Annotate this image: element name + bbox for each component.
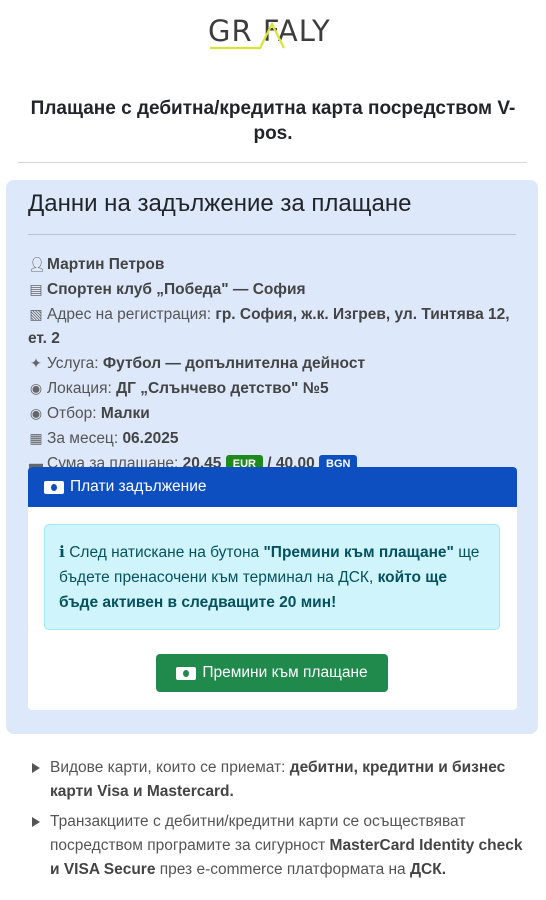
proceed-button-label: Премини към плащане [202,664,368,681]
logo: GR FALY [0,14,546,64]
location-label: Локация: [47,380,112,397]
team-row: ◉ Отбор: Малки [28,401,528,426]
alert-text-2: "Премини към плащане" [263,544,454,561]
service-label: Услуга: [47,355,99,372]
team-value: Малки [100,405,150,422]
service-value: Футбол — допълнителна дейност [102,355,366,372]
page-title: Плащане с дебитна/кредитна карта посредс… [30,98,516,144]
payer-name: Мартин Петров [47,256,165,273]
service-row: ✦ Услуга: Футбол — допълнителна дейност [28,351,528,376]
debt-info: 👤︎Мартин Петров ▤ Спортен клуб „Победа" —… [28,252,528,476]
month-label: За месец: [47,430,119,447]
note-1-text: Видове карти, които се приемат: [50,759,290,776]
money-bill-icon [176,666,197,680]
user-icon: 👤︎ [28,256,46,272]
club-row: ▤ Спортен клуб „Победа" — София [28,277,528,302]
note-card-types: Видове карти, които се приемат: дебитни,… [30,756,530,804]
payment-notes: Видове карти, които се приемат: дебитни,… [30,756,530,888]
address-row: ▧ Адрес на регистрация: гр. София, ж.к. И… [28,302,528,351]
month-value: 06.2025 [122,430,179,447]
title-divider [18,162,527,163]
month-row: ▦ За месец: 06.2025 [28,426,528,451]
building-icon: ▤ [29,281,43,297]
location-pin-icon: ◉ [29,405,43,421]
location-pin-icon: ◉ [29,380,43,396]
info-icon: ℹ [59,544,65,561]
address-label: Адрес на регистрация: [47,306,212,323]
pay-header: Плати задължение [28,467,517,507]
pay-card: Плати задължение ℹ След натискане на бут… [28,467,517,710]
club-name: Спортен клуб „Победа" — София [47,281,306,298]
payer-row: 👤︎Мартин Петров [28,252,528,277]
panel-title: Данни на задължение за плащане [28,190,412,217]
pay-header-label: Плати задължение [70,478,207,495]
redirect-alert: ℹ След натискане на бутона "Премини към … [44,524,500,630]
alert-text-1: След натискане на бутона [69,544,264,561]
handshake-icon: ✦ [30,355,42,371]
note-2-bold-b: ДСК. [410,861,447,878]
note-security: Транзакциите с дебитни/кредитни карти се… [30,810,530,882]
money-bill-icon [44,480,64,494]
team-label: Отбор: [47,405,97,422]
calendar-icon: ▦ [29,430,43,446]
proceed-to-payment-button[interactable]: Премини към плащане [156,654,388,692]
logo-swoosh-icon [210,21,285,50]
note-2-text-b: през e-commerce платформата на [155,861,410,878]
location-row: ◉ Локация: ДГ „Слънчево детство" №5 [28,376,528,401]
location-value: ДГ „Слънчево детство" №5 [116,380,329,397]
debt-panel: Данни на задължение за плащане 👤︎Мартин … [6,180,538,734]
map-icon: ▧ [29,306,43,322]
panel-divider [28,234,516,235]
